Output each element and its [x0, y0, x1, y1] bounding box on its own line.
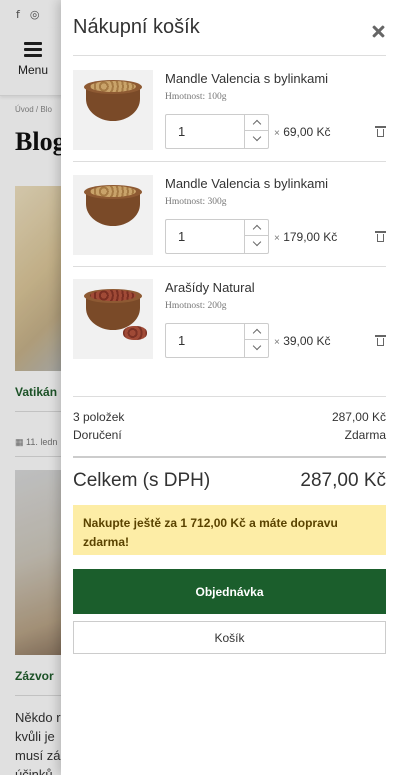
- summary-shipping: Doručení Zdarma: [73, 428, 386, 442]
- shipping-value: Zdarma: [344, 428, 386, 442]
- item-count: 3 položek: [73, 410, 125, 424]
- product-name[interactable]: Mandle Valencia s bylinkami: [165, 176, 328, 191]
- divider: [73, 266, 386, 267]
- order-button[interactable]: Objednávka: [73, 569, 386, 614]
- quantity-stepper[interactable]: 1: [165, 219, 269, 254]
- divider: [73, 396, 386, 397]
- product-price: × 69,00 Kč: [274, 125, 331, 139]
- chevron-up-icon[interactable]: [245, 324, 268, 340]
- quantity-stepper[interactable]: 1: [165, 323, 269, 358]
- product-weight: Hmotnost: 300g: [165, 197, 227, 207]
- product-price: × 39,00 Kč: [274, 334, 331, 348]
- shipping-label: Doručení: [73, 428, 122, 442]
- cart-drawer: Nákupní košík Mandle Valencia s bylinkam…: [61, 0, 400, 775]
- view-cart-button[interactable]: Košík: [73, 621, 386, 654]
- chevron-down-icon[interactable]: [245, 340, 268, 356]
- quantity-buttons: [244, 115, 268, 148]
- total-row: Celkem (s DPH) 287,00 Kč: [73, 470, 386, 492]
- quantity-buttons: [244, 220, 268, 253]
- cart-item: Mandle Valencia s bylinkami Hmotnost: 10…: [73, 62, 386, 167]
- divider: [73, 161, 386, 162]
- product-image[interactable]: [73, 279, 153, 359]
- quantity-input[interactable]: 1: [178, 124, 185, 139]
- trash-icon[interactable]: [375, 126, 386, 137]
- total-label: Celkem (s DPH): [73, 470, 211, 491]
- nuts-shape: [90, 290, 136, 301]
- quantity-stepper[interactable]: 1: [165, 114, 269, 149]
- multiply-sign: ×: [274, 128, 280, 139]
- multiply-sign: ×: [274, 337, 280, 348]
- product-price: × 179,00 Kč: [274, 230, 337, 244]
- nuts-shape: [90, 81, 136, 92]
- product-name[interactable]: Mandle Valencia s bylinkami: [165, 71, 328, 86]
- chevron-up-icon[interactable]: [245, 220, 268, 236]
- product-weight: Hmotnost: 100g: [165, 92, 227, 102]
- quantity-buttons: [244, 324, 268, 357]
- subtotal-value: 287,00 Kč: [331, 410, 386, 424]
- cart-title: Nákupní košík: [73, 16, 200, 38]
- product-image[interactable]: [73, 70, 153, 150]
- free-shipping-notice: Nakupte ještě za 1 712,00 Kč a máte dopr…: [73, 505, 386, 555]
- cart-item: Mandle Valencia s bylinkami Hmotnost: 30…: [73, 167, 386, 272]
- divider: [73, 456, 386, 458]
- price-value: 69,00 Kč: [283, 125, 331, 139]
- product-weight: Hmotnost: 200g: [165, 301, 227, 311]
- nuts-shape: [90, 186, 136, 197]
- summary-subtotal: 3 položek 287,00 Kč: [73, 410, 386, 424]
- chevron-down-icon[interactable]: [245, 236, 268, 252]
- spilled-nuts: [123, 326, 147, 340]
- price-value: 39,00 Kč: [283, 334, 331, 348]
- trash-icon[interactable]: [375, 335, 386, 346]
- product-image[interactable]: [73, 175, 153, 255]
- product-name[interactable]: Arašídy Natural: [165, 280, 255, 295]
- close-icon[interactable]: [370, 22, 388, 40]
- chevron-down-icon[interactable]: [245, 131, 268, 147]
- total-value: 287,00 Kč: [300, 470, 386, 491]
- chevron-up-icon[interactable]: [245, 115, 268, 131]
- multiply-sign: ×: [274, 233, 280, 244]
- trash-icon[interactable]: [375, 231, 386, 242]
- quantity-input[interactable]: 1: [178, 333, 185, 348]
- divider: [73, 55, 386, 56]
- quantity-input[interactable]: 1: [178, 229, 185, 244]
- cart-item: Arašídy Natural Hmotnost: 200g 1 × 39,00…: [73, 271, 386, 376]
- price-value: 179,00 Kč: [283, 230, 338, 244]
